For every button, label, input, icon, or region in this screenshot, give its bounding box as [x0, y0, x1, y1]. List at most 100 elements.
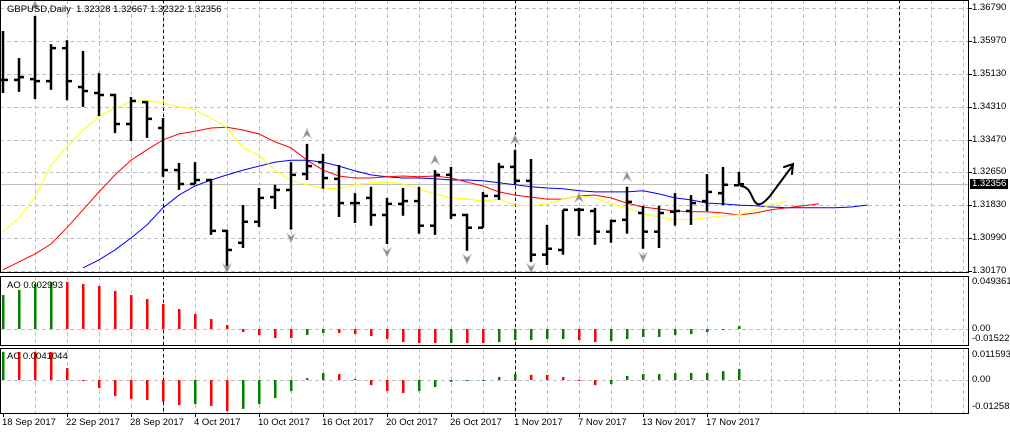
ohlc-bar: [654, 205, 664, 248]
ao-histogram-bar: [594, 329, 597, 343]
ohlc-bar: [334, 164, 344, 217]
ac-histogram-bar: [290, 380, 293, 392]
time-axis-label: 18 Sep 2017: [2, 417, 56, 428]
ac-histogram-bar: [386, 380, 389, 392]
price-axis-label: 1.34310: [972, 100, 1007, 112]
ac-histogram-bar: [258, 380, 261, 405]
ac-histogram-bar: [434, 380, 437, 388]
ohlc-bar: [638, 205, 648, 249]
ac-axis-max: 0.011593: [972, 349, 1010, 360]
ohlc-bar: [542, 224, 552, 266]
ao-histogram-bar: [450, 329, 453, 343]
ao-histogram-bar: [658, 329, 661, 337]
ao-histogram-bar: [642, 329, 645, 337]
ao-histogram-bar: [354, 329, 357, 335]
ac-histogram-bar: [338, 374, 341, 380]
price-axis-label: 1.32650: [972, 166, 1007, 178]
ohlc-bar: [110, 93, 120, 134]
ao-value: 0.002993: [23, 280, 63, 291]
ao-histogram-bar: [610, 329, 613, 341]
ac-histogram-bar: [642, 374, 645, 380]
ac-name: AC: [7, 351, 21, 362]
ac-histogram-bar: [466, 380, 469, 381]
ac-histogram-bar: [114, 380, 117, 396]
ac-histogram-bar: [306, 378, 309, 380]
ao-histogram-bar: [498, 329, 501, 343]
price-axis-label: 1.30990: [972, 232, 1007, 244]
time-axis-label: 1 Nov 2017: [514, 417, 563, 428]
time-axis-label: 28 Sep 2017: [130, 417, 184, 428]
ao-histogram-bar: [562, 329, 565, 339]
time-axis-label: 16 Oct 2017: [322, 417, 374, 428]
price-axis-label: 1.30170: [972, 265, 1007, 276]
ohlc-bar: [270, 184, 280, 210]
ao-axis-min: -0.015225: [972, 333, 1010, 344]
ao-histogram-bar: [290, 329, 293, 339]
ao-histogram-bar: [690, 329, 693, 335]
ao-histogram-bar: [530, 329, 533, 341]
ohlc-bar: [462, 213, 472, 251]
ac-histogram-bar: [66, 368, 69, 380]
high-value: 1.32667: [113, 4, 148, 15]
ohlc-bar: [718, 166, 728, 206]
ao-histogram-bar: [178, 309, 181, 329]
ao-histogram-bar: [674, 329, 677, 335]
ac-histogram-bar: [674, 372, 677, 380]
ao-histogram-bar: [130, 295, 133, 329]
ac-axis-zero: 0.00: [972, 374, 991, 385]
ac-histogram-bar: [178, 380, 181, 406]
time-axis-label: 4 Oct 2017: [194, 417, 241, 428]
ohlc-bar: [478, 191, 488, 229]
ao-histogram-bar: [722, 329, 725, 331]
ao-histogram-bar: [162, 303, 165, 329]
ao-histogram-bar: [546, 329, 549, 339]
ac-histogram-bar: [594, 380, 597, 386]
ohlc-bar: [78, 50, 88, 107]
ac-histogram-bar: [690, 372, 693, 380]
ao-histogram-bar: [258, 329, 261, 335]
ac-histogram-bar: [450, 380, 453, 382]
ac-histogram-bar: [194, 380, 197, 405]
ao-histogram-bar: [114, 291, 117, 329]
ohlc-bar: [238, 205, 248, 248]
ao-histogram-bar: [322, 329, 325, 333]
fractal-up-icon: [622, 170, 632, 183]
ohlc-bar: [174, 162, 184, 190]
ac-histogram-bar: [2, 351, 5, 380]
ac-histogram-bar: [130, 380, 133, 399]
ao-histogram-bar: [146, 299, 149, 329]
time-axis-label: 22 Sep 2017: [66, 417, 120, 428]
ao-histogram-bar: [418, 329, 421, 343]
fractal-up-icon: [430, 154, 440, 166]
ohlc-bar: [574, 207, 584, 237]
ac-histogram-bar: [578, 380, 581, 381]
ao-histogram-bar: [402, 329, 405, 343]
ao-histogram-bar: [482, 329, 485, 343]
price-axis-label: 1.36790: [972, 2, 1007, 13]
fractal-up-icon: [302, 127, 312, 140]
ao-histogram-bar: [738, 326, 741, 329]
ohlc-bar: [622, 186, 632, 234]
ac-histogram-bar: [738, 368, 741, 380]
ac-histogram-bar: [146, 380, 149, 400]
ohlc-bar: [94, 73, 104, 117]
ac-histogram-bar: [546, 374, 549, 380]
time-axis-label: 7 Nov 2017: [578, 417, 627, 428]
time-axis-label: 26 Oct 2017: [450, 417, 502, 428]
ac-value: 0.0041044: [22, 351, 68, 362]
ohlc-bar: [350, 193, 360, 223]
ao-histogram-bar: [66, 281, 69, 329]
ac-histogram-bar: [418, 380, 421, 392]
chart-window[interactable]: GBPUSD,Daily 1.32328 1.32667 1.32322 1.3…: [0, 0, 1010, 434]
ao-histogram-bar: [194, 313, 197, 329]
price-axis-label: 1.31830: [972, 199, 1007, 211]
ao-histogram-bar: [306, 329, 309, 335]
ohlc-bar: [398, 187, 408, 216]
time-axis-label: 10 Oct 2017: [258, 417, 310, 428]
fractal-up-icon: [574, 191, 584, 204]
price-chart[interactable]: [0, 0, 1010, 434]
ao-histogram-bar: [98, 285, 101, 329]
ohlc-bar: [366, 186, 376, 226]
ac-histogram-bar: [658, 374, 661, 380]
ac-histogram-bar: [242, 380, 245, 409]
